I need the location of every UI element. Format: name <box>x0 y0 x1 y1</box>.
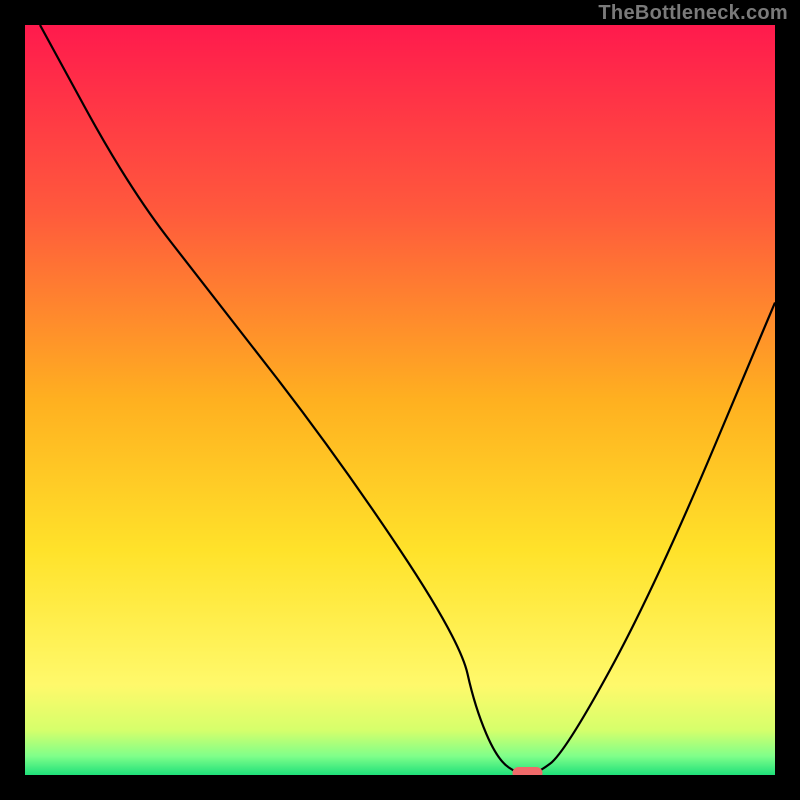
optimal-marker <box>513 767 543 775</box>
gradient-background <box>25 25 775 775</box>
chart-svg <box>25 25 775 775</box>
chart-frame: TheBottleneck.com <box>0 0 800 800</box>
plot-area <box>25 25 775 775</box>
watermark-label: TheBottleneck.com <box>598 2 788 25</box>
